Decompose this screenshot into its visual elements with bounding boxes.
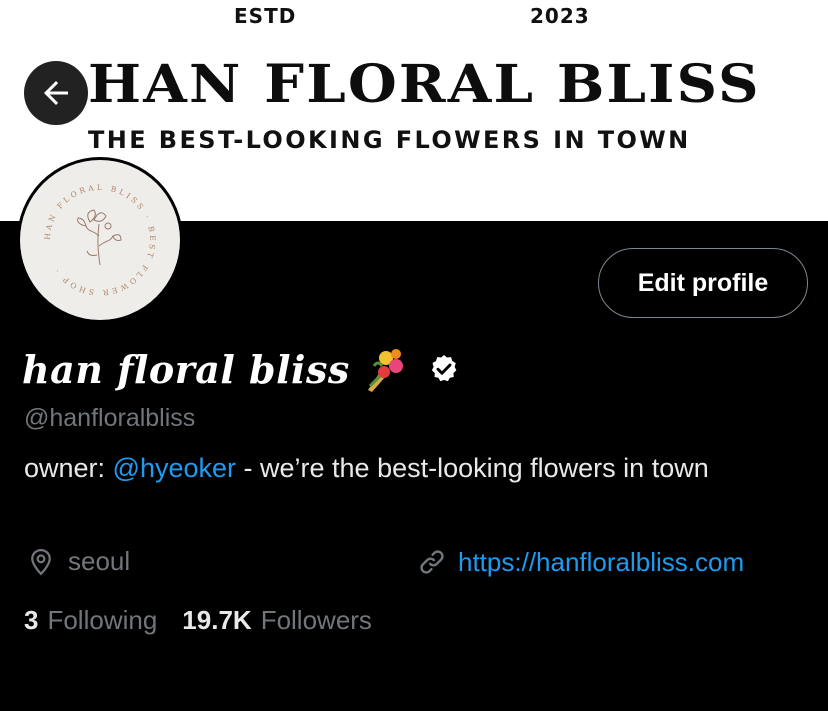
display-name: han floral bliss — [22, 346, 350, 392]
verified-badge-icon — [431, 355, 457, 382]
avatar[interactable]: HAN FLORAL BLISS · BEST FLOWER SHOP · — [20, 160, 180, 320]
display-name-row: han floral bliss — [22, 346, 460, 392]
floral-logo-icon: HAN FLORAL BLISS · BEST FLOWER SHOP · — [43, 183, 157, 297]
profile-handle: @hanfloralbliss — [24, 404, 196, 432]
bio-prefix: owner: — [24, 453, 113, 483]
website-text[interactable]: https://hanfloralbliss.com — [458, 547, 744, 578]
profile-location: seoul — [26, 546, 130, 577]
bio-mention-link[interactable]: @hyeoker — [113, 453, 236, 483]
bio-suffix: - we’re the best-looking flowers in town — [236, 453, 709, 483]
banner-brand-title: HAN FLORAL BLISS — [88, 54, 761, 115]
back-button[interactable] — [24, 61, 88, 125]
following-count: 3 — [24, 605, 39, 635]
following-label: Following — [47, 605, 158, 635]
location-pin-icon — [31, 548, 51, 575]
banner-estd-label: ESTD — [234, 4, 297, 28]
bouquet-icon — [367, 349, 403, 392]
followers-link[interactable]: 19.7K Followers — [182, 605, 372, 636]
following-link[interactable]: 3 Following — [24, 605, 157, 636]
profile-stats: 3 Following 19.7K Followers — [24, 605, 372, 636]
followers-label: Followers — [260, 605, 372, 635]
edit-profile-button[interactable]: Edit profile — [598, 248, 808, 318]
banner-estd-year: 2023 — [530, 4, 590, 28]
profile-bio: owner: @hyeoker - we’re the best-looking… — [24, 450, 804, 486]
location-text: seoul — [68, 546, 131, 576]
svg-text:HAN FLORAL BLISS · BEST FLOWER: HAN FLORAL BLISS · BEST FLOWER SHOP · — [43, 183, 157, 297]
followers-count: 19.7K — [182, 605, 252, 635]
profile-website-link[interactable]: https://hanfloralbliss.com — [416, 546, 744, 578]
banner-tagline: THE BEST-LOOKING FLOWERS IN TOWN — [88, 126, 691, 154]
link-icon — [420, 550, 444, 574]
arrow-left-icon — [44, 81, 68, 105]
avatar-ring-text: HAN FLORAL BLISS · BEST FLOWER SHOP · — [43, 183, 154, 297]
